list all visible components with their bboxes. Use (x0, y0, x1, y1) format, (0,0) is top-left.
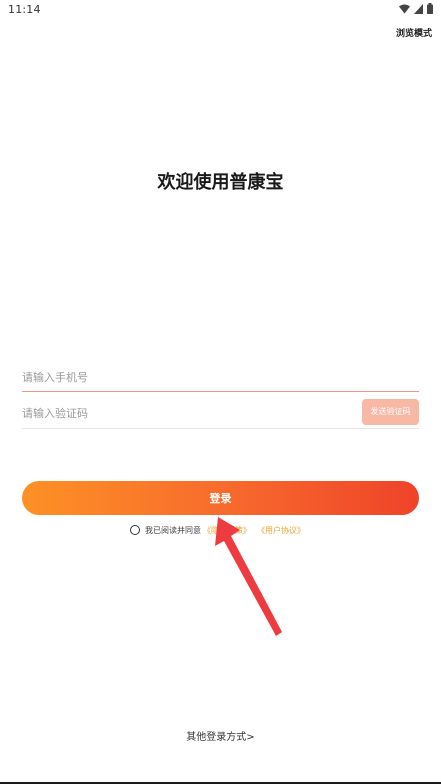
privacy-policy-link[interactable]: 《隐私政策》 (203, 525, 251, 536)
signal-icon (414, 3, 423, 14)
agreement-row: 我已阅读并同意 《隐私政策》 《用户协议》 (130, 523, 305, 537)
send-code-button[interactable]: 发送验证码 (362, 399, 419, 425)
phone-input-row (22, 363, 419, 392)
agreement-text: 我已阅读并同意 (145, 525, 201, 535)
status-bar: 11:14 (0, 0, 441, 20)
wifi-icon (399, 4, 410, 13)
agree-radio[interactable] (130, 525, 140, 535)
other-login-methods-link[interactable]: 其他登录方式> (0, 728, 441, 743)
battery-icon (427, 3, 433, 14)
phone-input[interactable] (22, 363, 419, 391)
browse-mode-button[interactable]: 浏览模式 (396, 26, 432, 39)
user-agreement-link[interactable]: 《用户协议》 (257, 525, 305, 536)
status-icons (399, 3, 433, 14)
code-input-row: 发送验证码 (22, 398, 419, 429)
status-time: 11:14 (8, 3, 41, 16)
pointer-arrow-icon (215, 517, 282, 636)
login-button[interactable]: 登录 (22, 481, 419, 515)
verification-code-input[interactable] (22, 399, 352, 427)
page-title: 欢迎使用普康宝 (157, 172, 284, 193)
